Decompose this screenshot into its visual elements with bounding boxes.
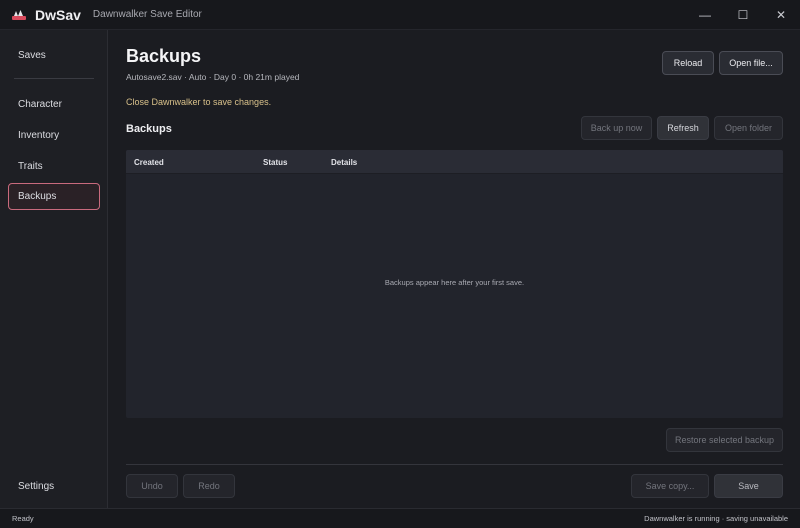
reload-button[interactable]: Reload	[662, 51, 714, 75]
column-header-details[interactable]: Details	[331, 158, 357, 167]
maximize-button[interactable]: ☐	[724, 0, 762, 30]
sidebar-item-saves[interactable]: Saves	[8, 42, 100, 69]
status-bar: Ready Dawnwalker is running · saving una…	[0, 508, 800, 528]
save-button[interactable]: Save	[714, 474, 783, 498]
app-subtitle: Dawnwalker Save Editor	[92, 9, 202, 20]
open-file-button[interactable]: Open file...	[719, 51, 783, 75]
save-meta: Autosave2.sav · Auto · Day 0 · 0h 21m pl…	[126, 72, 300, 82]
sidebar: Saves Character Inventory Traits Backups…	[0, 30, 108, 508]
redo-button[interactable]: Redo	[183, 474, 235, 498]
sidebar-item-backups[interactable]: Backups	[8, 183, 100, 210]
minimize-icon: —	[699, 8, 711, 22]
warning-message: Close Dawnwalker to save changes.	[126, 97, 272, 107]
app-logo-icon	[12, 9, 26, 20]
sidebar-item-traits[interactable]: Traits	[8, 153, 100, 180]
status-text: Ready	[12, 514, 34, 523]
sidebar-item-label: Character	[18, 99, 62, 110]
restore-backup-button[interactable]: Restore selected backup	[666, 428, 783, 452]
app-name: DwSav	[35, 6, 81, 23]
backups-table[interactable]: Created Status Details Backups appear he…	[126, 150, 783, 418]
page-title: Backups	[126, 46, 202, 66]
section-title: Backups	[126, 123, 172, 135]
column-header-status[interactable]: Status	[263, 158, 287, 167]
window-controls: — ☐ ✕	[686, 0, 800, 30]
sidebar-item-label: Inventory	[18, 130, 60, 141]
main-panel: Backups Autosave2.sav · Auto · Day 0 · 0…	[109, 30, 800, 508]
maximize-icon: ☐	[737, 8, 749, 22]
column-header-created[interactable]: Created	[134, 158, 164, 167]
back-up-now-button[interactable]: Back up now	[581, 116, 652, 140]
sidebar-item-inventory[interactable]: Inventory	[8, 122, 100, 149]
undo-button[interactable]: Undo	[126, 474, 178, 498]
sidebar-item-label: Settings	[18, 481, 55, 492]
sidebar-item-settings[interactable]: Settings	[8, 473, 100, 500]
close-icon: ✕	[775, 8, 787, 22]
save-copy-button[interactable]: Save copy...	[631, 474, 709, 498]
sidebar-item-label: Backups	[18, 191, 57, 202]
sidebar-divider	[14, 78, 94, 79]
game-status-text: Dawnwalker is running · saving unavailab…	[644, 514, 788, 523]
title-bar: DwSav Dawnwalker Save Editor — ☐ ✕	[0, 0, 800, 30]
close-window-button[interactable]: ✕	[762, 0, 800, 30]
empty-state-message: Backups appear here after your first sav…	[384, 278, 525, 287]
sidebar-item-label: Traits	[18, 161, 43, 172]
table-header: Created Status Details	[126, 150, 783, 174]
sidebar-item-character[interactable]: Character	[8, 91, 100, 118]
refresh-button[interactable]: Refresh	[657, 116, 709, 140]
sidebar-item-label: Saves	[18, 50, 46, 61]
minimize-button[interactable]: —	[686, 0, 724, 30]
footer-divider	[126, 464, 783, 465]
open-folder-button[interactable]: Open folder	[714, 116, 783, 140]
